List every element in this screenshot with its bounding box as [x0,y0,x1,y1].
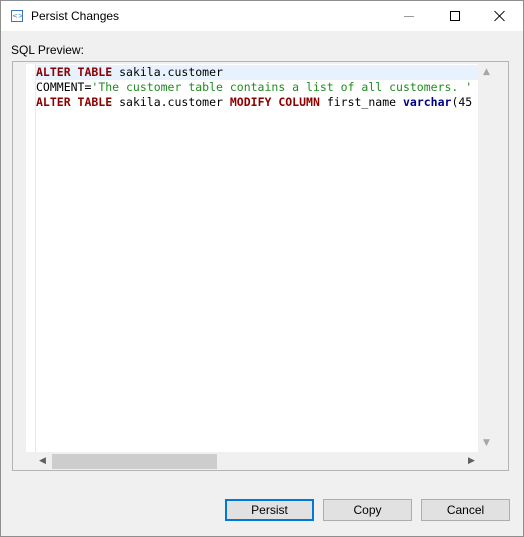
code-line: ALTER TABLE sakila.customer MODIFY COLUM… [36,95,472,110]
copy-button[interactable]: Copy [323,499,412,521]
scroll-down-icon[interactable]: ▼ [478,435,495,452]
code-line: COMMENT='The customer table contains a l… [36,80,472,95]
code-token: first_name [319,95,403,109]
code-token: sakila.customer [112,95,230,109]
scroll-left-icon[interactable]: ◀ [34,453,51,470]
window-title: Persist Changes [31,9,120,23]
code-token: 'The customer table contains a list of a… [91,80,473,94]
code-token: MODIFY COLUMN [229,95,320,109]
minimize-button[interactable] [386,1,432,31]
sql-preview-label: SQL Preview: [11,43,84,57]
minimize-icon [404,15,414,17]
code-token: (45 [451,95,473,109]
code-token: varchar [402,95,452,109]
horizontal-scroll-thumb[interactable] [52,454,217,469]
horizontal-scrollbar[interactable]: ◀ ▶ [26,453,495,470]
vertical-scrollbar[interactable]: ▲ ▼ [478,64,495,452]
close-button[interactable] [477,1,523,31]
code-token: ALTER TABLE [36,65,113,79]
sql-document-icon: <> [11,10,24,22]
title-bar[interactable]: <> Persist Changes [1,1,523,31]
persist-button[interactable]: Persist [225,499,314,521]
cancel-button[interactable]: Cancel [421,499,510,521]
code-token: sakila.customer [112,65,223,79]
maximize-icon [450,11,460,21]
close-icon [494,10,506,22]
code-token: COMMENT= [36,80,92,94]
scroll-right-icon[interactable]: ▶ [463,453,480,470]
code-line: ALTER TABLE sakila.customer [36,65,495,80]
maximize-button[interactable] [432,1,478,31]
scroll-up-icon[interactable]: ▲ [478,64,495,81]
code-token: ALTER TABLE [36,95,113,109]
editor-gutter [26,64,36,452]
sql-editor[interactable]: ALTER TABLE sakila.customer COMMENT='The… [26,64,495,452]
